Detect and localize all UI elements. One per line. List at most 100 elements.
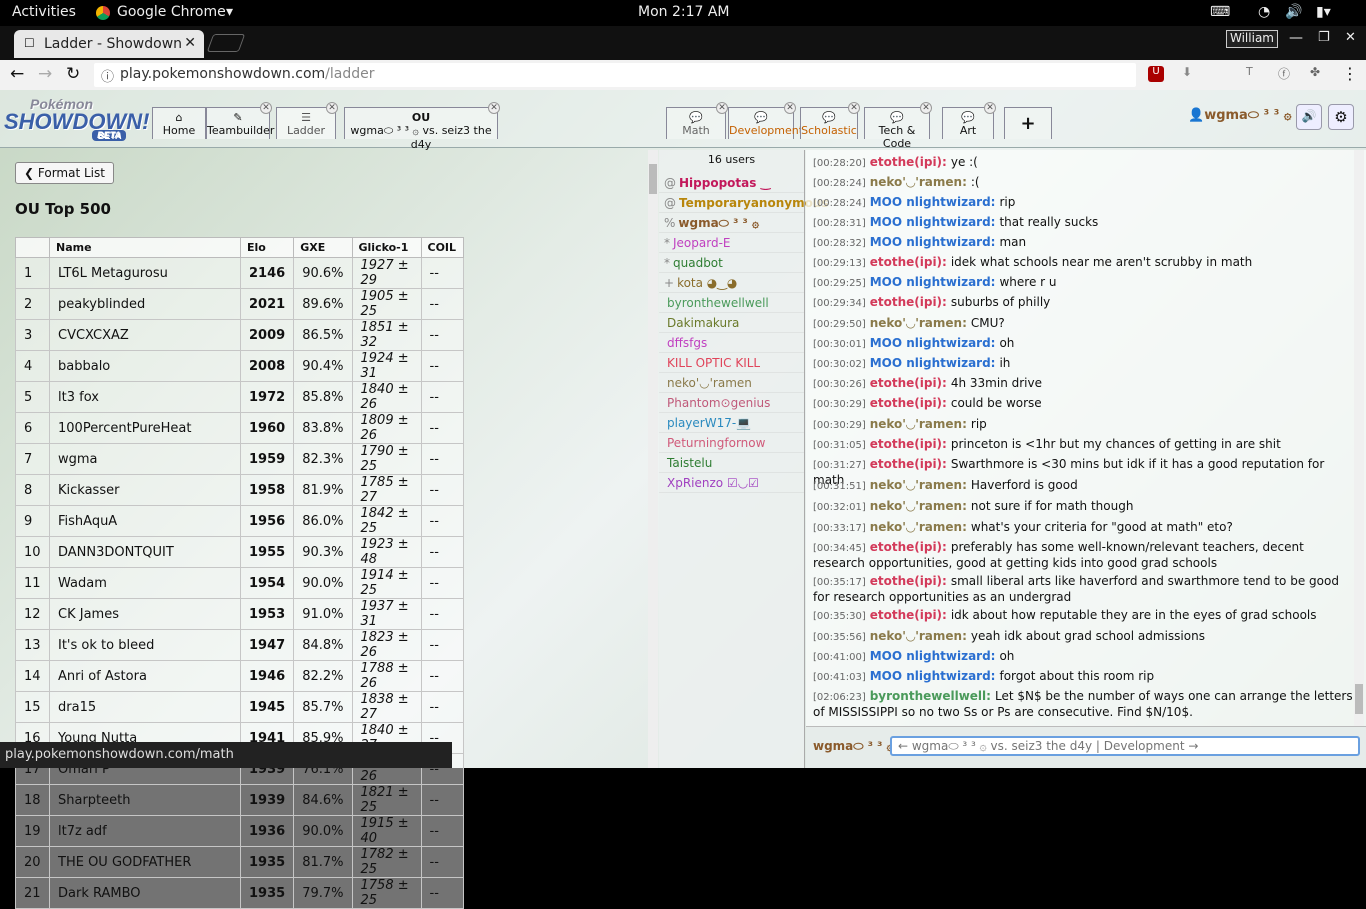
name-cell[interactable]: peakyblinded <box>50 289 241 320</box>
name-cell[interactable]: 100PercentPureHeat <box>50 413 241 444</box>
name-cell[interactable]: It's ok to bleed <box>50 630 241 661</box>
name-cell[interactable]: wgma <box>50 444 241 475</box>
chat-username[interactable]: MOO nlightwizard: <box>870 336 996 350</box>
name-cell[interactable]: FishAquA <box>50 506 241 537</box>
chat-username[interactable]: MOO nlightwizard: <box>870 195 996 209</box>
name-cell[interactable]: CVCXCXAZ <box>50 320 241 351</box>
maximize-icon[interactable]: ❐ <box>1318 30 1330 45</box>
ublock-icon[interactable]: U <box>1148 66 1164 82</box>
chat-username[interactable]: neko'◡'ramen: <box>870 629 967 643</box>
name-cell[interactable]: lt7z adf <box>50 816 241 847</box>
tab-development[interactable]: 💬Development✕ <box>728 107 794 139</box>
user-list-item[interactable]: Peturningfornow <box>659 433 804 453</box>
chat-username[interactable]: etothe(ipi): <box>870 437 947 451</box>
user-list-item[interactable]: byronthewellwell <box>659 293 804 313</box>
chat-input[interactable] <box>890 736 1360 756</box>
tab-teambuilder[interactable]: ✎Teambuilder✕ <box>206 107 270 139</box>
user-list-item[interactable]: XpRienzo ☑◡☑ <box>659 473 804 493</box>
tab-tech-code[interactable]: 💬Tech & Code✕ <box>864 107 930 139</box>
sound-button[interactable]: 🔊 <box>1296 104 1322 130</box>
name-cell[interactable]: Sharpteeth <box>50 785 241 816</box>
browser-tab[interactable]: ☐ Ladder - Showdown ✕ <box>14 30 204 58</box>
close-window-icon[interactable]: ✕ <box>1345 30 1356 45</box>
reload-icon[interactable]: ↻ <box>66 64 80 84</box>
close-tab-icon[interactable]: ✕ <box>184 35 196 51</box>
forward-icon[interactable]: → <box>38 64 52 84</box>
chat-username[interactable]: neko'◡'ramen: <box>870 417 967 431</box>
chat-username[interactable]: etothe(ipi): <box>870 608 947 622</box>
chat-username[interactable]: etothe(ipi): <box>870 155 947 169</box>
name-cell[interactable]: dra15 <box>50 692 241 723</box>
chat-username[interactable]: MOO nlightwizard: <box>870 215 996 229</box>
chat-username[interactable]: neko'◡'ramen: <box>870 499 967 513</box>
wifi-icon[interactable]: ◔ <box>1258 4 1270 20</box>
user-list-item[interactable]: dffsfgs <box>659 333 804 353</box>
user-list-item[interactable]: Taistelu <box>659 453 804 473</box>
chat-scrollbar[interactable] <box>1354 150 1364 726</box>
download-icon[interactable]: ⬇ <box>1182 65 1192 79</box>
close-icon[interactable]: ✕ <box>920 102 932 114</box>
name-cell[interactable]: Anri of Astora <box>50 661 241 692</box>
chat-username[interactable]: byronthewellwell: <box>870 689 991 703</box>
name-cell[interactable]: Wadam <box>50 568 241 599</box>
app-menu[interactable]: Google Chrome <box>117 4 226 20</box>
tab-art[interactable]: 💬Art✕ <box>942 107 994 139</box>
scroll-thumb[interactable] <box>649 164 657 194</box>
chat-username[interactable]: etothe(ipi): <box>870 376 947 390</box>
user-list-item[interactable]: %wgma⬭ ³ ³ ۞ <box>659 213 804 233</box>
name-cell[interactable]: LT6L Metagurosu <box>50 258 241 289</box>
user-list-item[interactable]: Dakimakura <box>659 313 804 333</box>
chat-username[interactable]: etothe(ipi): <box>870 540 947 554</box>
user-list-item[interactable]: Phantom⊙genius <box>659 393 804 413</box>
chat-username[interactable]: neko'◡'ramen: <box>870 175 967 189</box>
chat-username[interactable]: MOO nlightwizard: <box>870 669 996 683</box>
close-icon[interactable]: ✕ <box>716 102 728 114</box>
format-list-button[interactable]: ❮ Format List <box>15 162 114 184</box>
chat-username[interactable]: etothe(ipi): <box>870 574 947 588</box>
name-cell[interactable]: THE OU GODFATHER <box>50 847 241 878</box>
tab-math[interactable]: 💬Math✕ <box>666 107 726 139</box>
add-room-button[interactable]: + <box>1004 107 1052 139</box>
user-list-item[interactable]: *quadbot <box>659 253 804 273</box>
close-icon[interactable]: ✕ <box>984 102 996 114</box>
user-list-item[interactable]: neko'◡'ramen <box>659 373 804 393</box>
name-cell[interactable]: babbalo <box>50 351 241 382</box>
close-icon[interactable]: ✕ <box>326 102 338 114</box>
extension-f-icon[interactable]: ⓕ <box>1278 65 1290 82</box>
keyboard-icon[interactable]: ⌨ <box>1210 4 1230 20</box>
ladder-scrollbar[interactable] <box>648 150 658 768</box>
volume-icon[interactable]: 🔊 <box>1285 4 1302 20</box>
new-tab-button[interactable] <box>207 34 246 52</box>
name-cell[interactable]: Kickasser <box>50 475 241 506</box>
tab-scholastic[interactable]: 💬Scholastic✕ <box>800 107 858 139</box>
chat-username[interactable]: etothe(ipi): <box>870 457 947 471</box>
address-bar[interactable]: ⓘ play.pokemonshowdown.com/ladder <box>94 63 1136 87</box>
user-list-item[interactable]: @Hippopotas ‿ <box>659 173 804 193</box>
chat-username[interactable]: etothe(ipi): <box>870 396 947 410</box>
user-button[interactable]: 👤wgma⬭ ³ ³ ۞ <box>1188 108 1292 123</box>
profile-button[interactable]: William <box>1226 30 1278 48</box>
minimize-icon[interactable]: — <box>1289 30 1303 46</box>
extension-t-icon[interactable]: T <box>1246 65 1253 78</box>
activities-button[interactable]: Activities <box>12 4 76 20</box>
user-list-item[interactable]: @Temporaryanonymous <box>659 193 804 213</box>
chat-username[interactable]: MOO nlightwizard: <box>870 649 996 663</box>
tab-ladder[interactable]: ☰Ladder✕ <box>276 107 336 139</box>
options-button[interactable]: ⚙ <box>1328 104 1354 130</box>
name-cell[interactable]: DANN3DONTQUIT <box>50 537 241 568</box>
chat-username[interactable]: neko'◡'ramen: <box>870 478 967 492</box>
name-cell[interactable]: Dark RAMBO <box>50 878 241 909</box>
chat-username[interactable]: neko'◡'ramen: <box>870 316 967 330</box>
user-list-item[interactable]: playerW17-💻 <box>659 413 804 433</box>
close-icon[interactable]: ✕ <box>260 102 272 114</box>
close-icon[interactable]: ✕ <box>488 102 500 114</box>
tab-battle[interactable]: OUwgma⬭ ³ ³ ۞ vs. seiz3 the d4y✕ <box>344 107 498 139</box>
chevron-down-icon[interactable]: ▾ <box>226 4 233 20</box>
close-icon[interactable]: ✕ <box>784 102 796 114</box>
clock[interactable]: Mon 2:17 AM <box>638 4 730 20</box>
back-icon[interactable]: ← <box>10 64 24 84</box>
chat-username[interactable]: MOO nlightwizard: <box>870 275 996 289</box>
showdown-logo[interactable]: Pokémon SHOWDOWN! BETA <box>4 96 149 141</box>
chrome-menu-icon[interactable]: ⋮ <box>1342 64 1358 83</box>
chat-username[interactable]: neko'◡'ramen: <box>870 520 967 534</box>
